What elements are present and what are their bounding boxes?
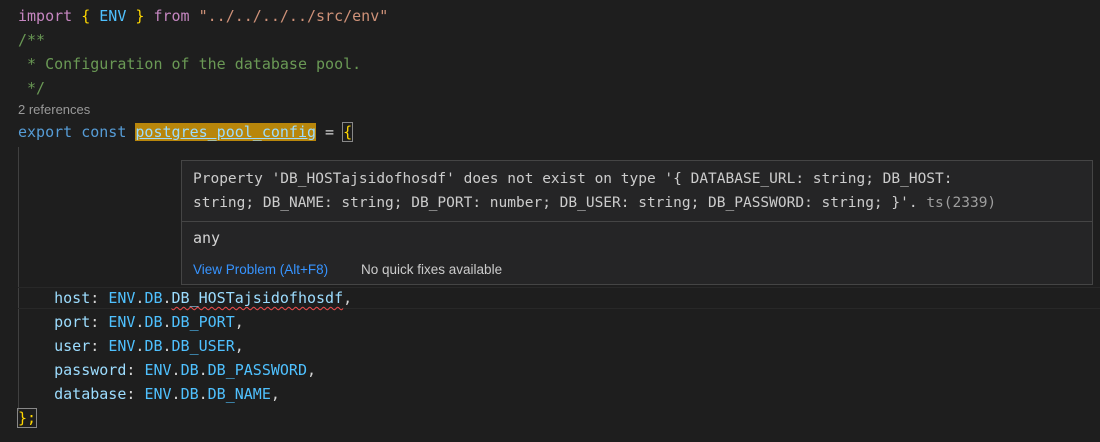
brace-open: { [81,7,91,25]
code-line-import[interactable]: import { ENV } from "../../../../src/env… [18,4,388,28]
codelens-references[interactable]: 2 references [18,101,90,119]
assign-operator: = [316,123,344,141]
field-object: ENV [144,361,172,379]
code-line-field[interactable]: password: ENV.DB.DB_PASSWORD, [18,358,316,382]
comment-open[interactable]: /** [18,28,45,52]
code-editor[interactable]: import { ENV } from "../../../../src/env… [0,0,1100,442]
field-namespace: DB [144,313,163,331]
field-namespace: DB [180,385,199,403]
field-object: ENV [108,313,136,331]
error-message-line1: Property 'DB_HOSTajsidofhosdf' does not … [193,171,953,187]
field-object: ENV [108,289,136,307]
field-property: DB_PORT [171,313,235,331]
view-problem-link[interactable]: View Problem (Alt+F8) [193,255,328,284]
hover-tooltip[interactable]: Property 'DB_HOSTajsidofhosdf' does not … [181,160,1093,285]
code-line-field[interactable]: port: ENV.DB.DB_PORT, [18,310,244,334]
object-brace-open: { [342,122,354,142]
hover-divider [182,221,1092,222]
keyword-export: export [18,123,73,141]
type-info: any [193,229,221,247]
field-namespace: DB [180,361,199,379]
keyword-from: from [153,7,190,25]
keyword-const: const [81,123,127,141]
field-property: DB_PASSWORD [207,361,307,379]
code-line-field[interactable]: database: ENV.DB.DB_NAME, [18,382,280,406]
variable-name: postgres_pool_config [135,123,317,141]
field-key: host [54,289,91,307]
code-line-field[interactable]: user: ENV.DB.DB_USER, [18,334,244,358]
field-key: password [54,361,127,379]
field-property-error[interactable]: DB_HOSTajsidofhosdf [172,289,344,307]
brace-close: } [135,7,145,25]
comment-close[interactable]: */ [18,76,45,100]
error-code: ts(2339) [926,195,997,211]
code-line-declaration[interactable]: export const postgres_pool_config = { [18,120,354,144]
field-key: database [54,385,127,403]
field-namespace: DB [144,289,163,307]
object-brace-close: }; [16,408,38,428]
error-message: Property 'DB_HOSTajsidofhosdf' does not … [193,167,1083,215]
keyword-import: import [18,7,73,25]
field-property: DB_USER [171,337,235,355]
field-namespace: DB [144,337,163,355]
import-identifier: ENV [99,7,127,25]
error-message-line2: string; DB_NAME: string; DB_PORT: number… [193,195,918,211]
code-line-field[interactable]: host: ENV.DB.DB_HOSTajsidofhosdf, [18,286,352,310]
field-object: ENV [108,337,136,355]
comment-body[interactable]: * Configuration of the database pool. [18,52,361,76]
field-object: ENV [144,385,172,403]
field-key: user [54,337,91,355]
code-line-closing[interactable]: }; [16,406,38,430]
hover-status-bar: View Problem (Alt+F8) No quick fixes ava… [182,255,1092,284]
no-quick-fixes-label: No quick fixes available [361,262,503,277]
field-key: port [54,313,91,331]
field-property: DB_NAME [207,385,271,403]
import-path: "../../../../src/env" [198,7,389,25]
